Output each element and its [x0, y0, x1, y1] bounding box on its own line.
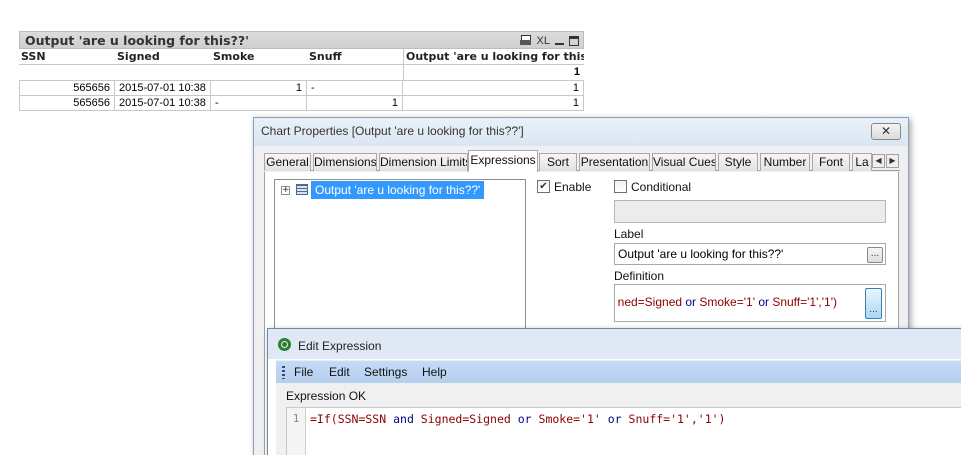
code-keyword: or — [517, 412, 532, 426]
cell-signed: 2015-07-01 10:38 — [115, 81, 211, 96]
column-header-snuff[interactable]: Snuff — [307, 49, 403, 65]
table-row[interactable]: 565656 2015-07-01 10:38 - 1 1 — [19, 96, 584, 111]
edit-expression-title: Edit Expression — [298, 339, 382, 353]
code-part: Signed=Signed — [413, 412, 518, 426]
definition-keyword: or — [685, 295, 697, 309]
cell-snuff: 1 — [307, 96, 403, 111]
dialog-title: Chart Properties [Output 'are u looking … — [261, 124, 524, 138]
code-part: =If(SSN=SSN — [310, 412, 394, 426]
definition-edit-button[interactable]: ... — [865, 288, 882, 319]
minimize-icon[interactable] — [555, 36, 564, 46]
definition-part: Snuff='1','1') — [769, 295, 837, 309]
table-row[interactable]: 565656 2015-07-01 10:38 1 - 1 — [19, 81, 584, 96]
expression-status: Expression OK — [286, 389, 367, 403]
tab-expressions[interactable]: Expressions — [468, 150, 538, 172]
column-header-smoke[interactable]: Smoke — [211, 49, 307, 65]
column-header-signed[interactable]: Signed — [115, 49, 210, 65]
table-title: Output 'are u looking for this??' — [25, 33, 249, 48]
totals-row: 1 — [19, 65, 584, 81]
label-value: Output 'are u looking for this??' — [618, 247, 784, 261]
tab-general[interactable]: General — [264, 153, 311, 171]
cell-snuff: - — [307, 81, 403, 96]
column-header-ssn[interactable]: SSN — [19, 49, 115, 65]
column-header-output[interactable]: Output 'are u looking for this??' — [403, 49, 584, 65]
definition-keyword: or — [758, 295, 769, 309]
menu-settings[interactable]: Settings — [364, 365, 407, 379]
table-icon — [296, 184, 308, 195]
line-number: 1 — [287, 408, 306, 455]
definition-text: ned=Signed or Smoke='1' or Snuff='1','1'… — [618, 295, 837, 309]
menu-edit[interactable]: Edit — [329, 365, 350, 379]
edit-expression-title-bar[interactable]: Edit Expression — [268, 329, 961, 359]
code-keyword: and — [393, 412, 414, 426]
table-caption[interactable]: Output 'are u looking for this??' XL — [19, 31, 584, 49]
total-output-value: 1 — [403, 65, 584, 81]
tab-font[interactable]: Font — [812, 153, 850, 171]
tab-dimension-limits[interactable]: Dimension Limits — [379, 153, 468, 171]
menu-file[interactable]: File — [294, 365, 313, 379]
code-part: Snuff='1','1') — [621, 412, 726, 426]
tab-visual-cues[interactable]: Visual Cues — [652, 153, 716, 171]
label-caption: Label — [614, 227, 644, 241]
properties-tabs: General Dimensions Dimension Limits Expr… — [264, 150, 900, 172]
label-edit-button[interactable]: ... — [867, 247, 883, 263]
tab-sort[interactable]: Sort — [539, 153, 577, 171]
expression-panel: Expression OK 1 =If(SSN=SSN and Signed=S… — [276, 383, 961, 455]
label-input[interactable]: Output 'are u looking for this??' — [614, 243, 886, 265]
cell-smoke: - — [211, 96, 307, 111]
tab-dimensions[interactable]: Dimensions — [313, 153, 377, 171]
enable-checkbox[interactable]: ✔ — [537, 180, 550, 193]
straight-table[interactable]: Output 'are u looking for this??' XL SSN… — [19, 31, 584, 111]
tab-style[interactable]: Style — [718, 153, 758, 171]
expression-tree-item[interactable]: Output 'are u looking for this??' — [311, 181, 485, 199]
cell-signed: 2015-07-01 10:38 — [115, 96, 211, 111]
menu-help[interactable]: Help — [422, 365, 447, 379]
expand-icon[interactable]: + — [281, 186, 290, 195]
tab-layout[interactable]: La — [852, 153, 872, 171]
dialog-title-bar[interactable]: Chart Properties [Output 'are u looking … — [254, 118, 908, 146]
print-icon[interactable] — [519, 35, 532, 46]
conditional-input[interactable] — [614, 200, 886, 223]
cell-ssn: 565656 — [19, 81, 115, 96]
menu-bar: File Edit Settings Help — [276, 360, 961, 383]
tab-number[interactable]: Number — [760, 153, 810, 171]
edit-expression-dialog[interactable]: Edit Expression File Edit Settings Help … — [267, 328, 961, 455]
expression-tree[interactable]: + Output 'are u looking for this??' — [274, 179, 526, 329]
expression-code[interactable]: =If(SSN=SSN and Signed=Signed or Smoke='… — [310, 412, 725, 426]
cell-ssn: 565656 — [19, 96, 115, 111]
cell-output: 1 — [403, 96, 584, 111]
conditional-checkbox[interactable] — [614, 180, 627, 193]
expression-editor[interactable]: 1 =If(SSN=SSN and Signed=Signed or Smoke… — [286, 407, 961, 455]
tab-scroll-right-icon[interactable]: ▶ — [886, 154, 899, 168]
qlikview-logo-icon — [278, 338, 291, 351]
definition-part: ned=Signed — [617, 295, 686, 309]
close-button[interactable]: ✕ — [871, 123, 901, 140]
send-to-excel-icon[interactable]: XL — [537, 35, 550, 47]
cell-smoke: 1 — [211, 81, 307, 96]
code-keyword: or — [607, 412, 622, 426]
cell-output: 1 — [403, 81, 584, 96]
definition-part: Smoke='1' — [696, 295, 759, 309]
caption-icons: XL — [519, 34, 579, 47]
toolbar-grip-icon[interactable] — [282, 366, 285, 379]
tab-scroll-left-icon[interactable]: ◀ — [872, 154, 885, 168]
conditional-label: Conditional — [631, 180, 692, 194]
enable-label: Enable — [554, 180, 592, 194]
maximize-icon[interactable] — [569, 35, 579, 46]
table-header-row: SSN Signed Smoke Snuff Output 'are u loo… — [19, 49, 584, 65]
code-part: Smoke='1' — [531, 412, 608, 426]
tab-presentation[interactable]: Presentation — [579, 153, 650, 171]
definition-caption: Definition — [614, 269, 665, 283]
definition-input[interactable]: ned=Signed or Smoke='1' or Snuff='1','1'… — [614, 284, 886, 322]
